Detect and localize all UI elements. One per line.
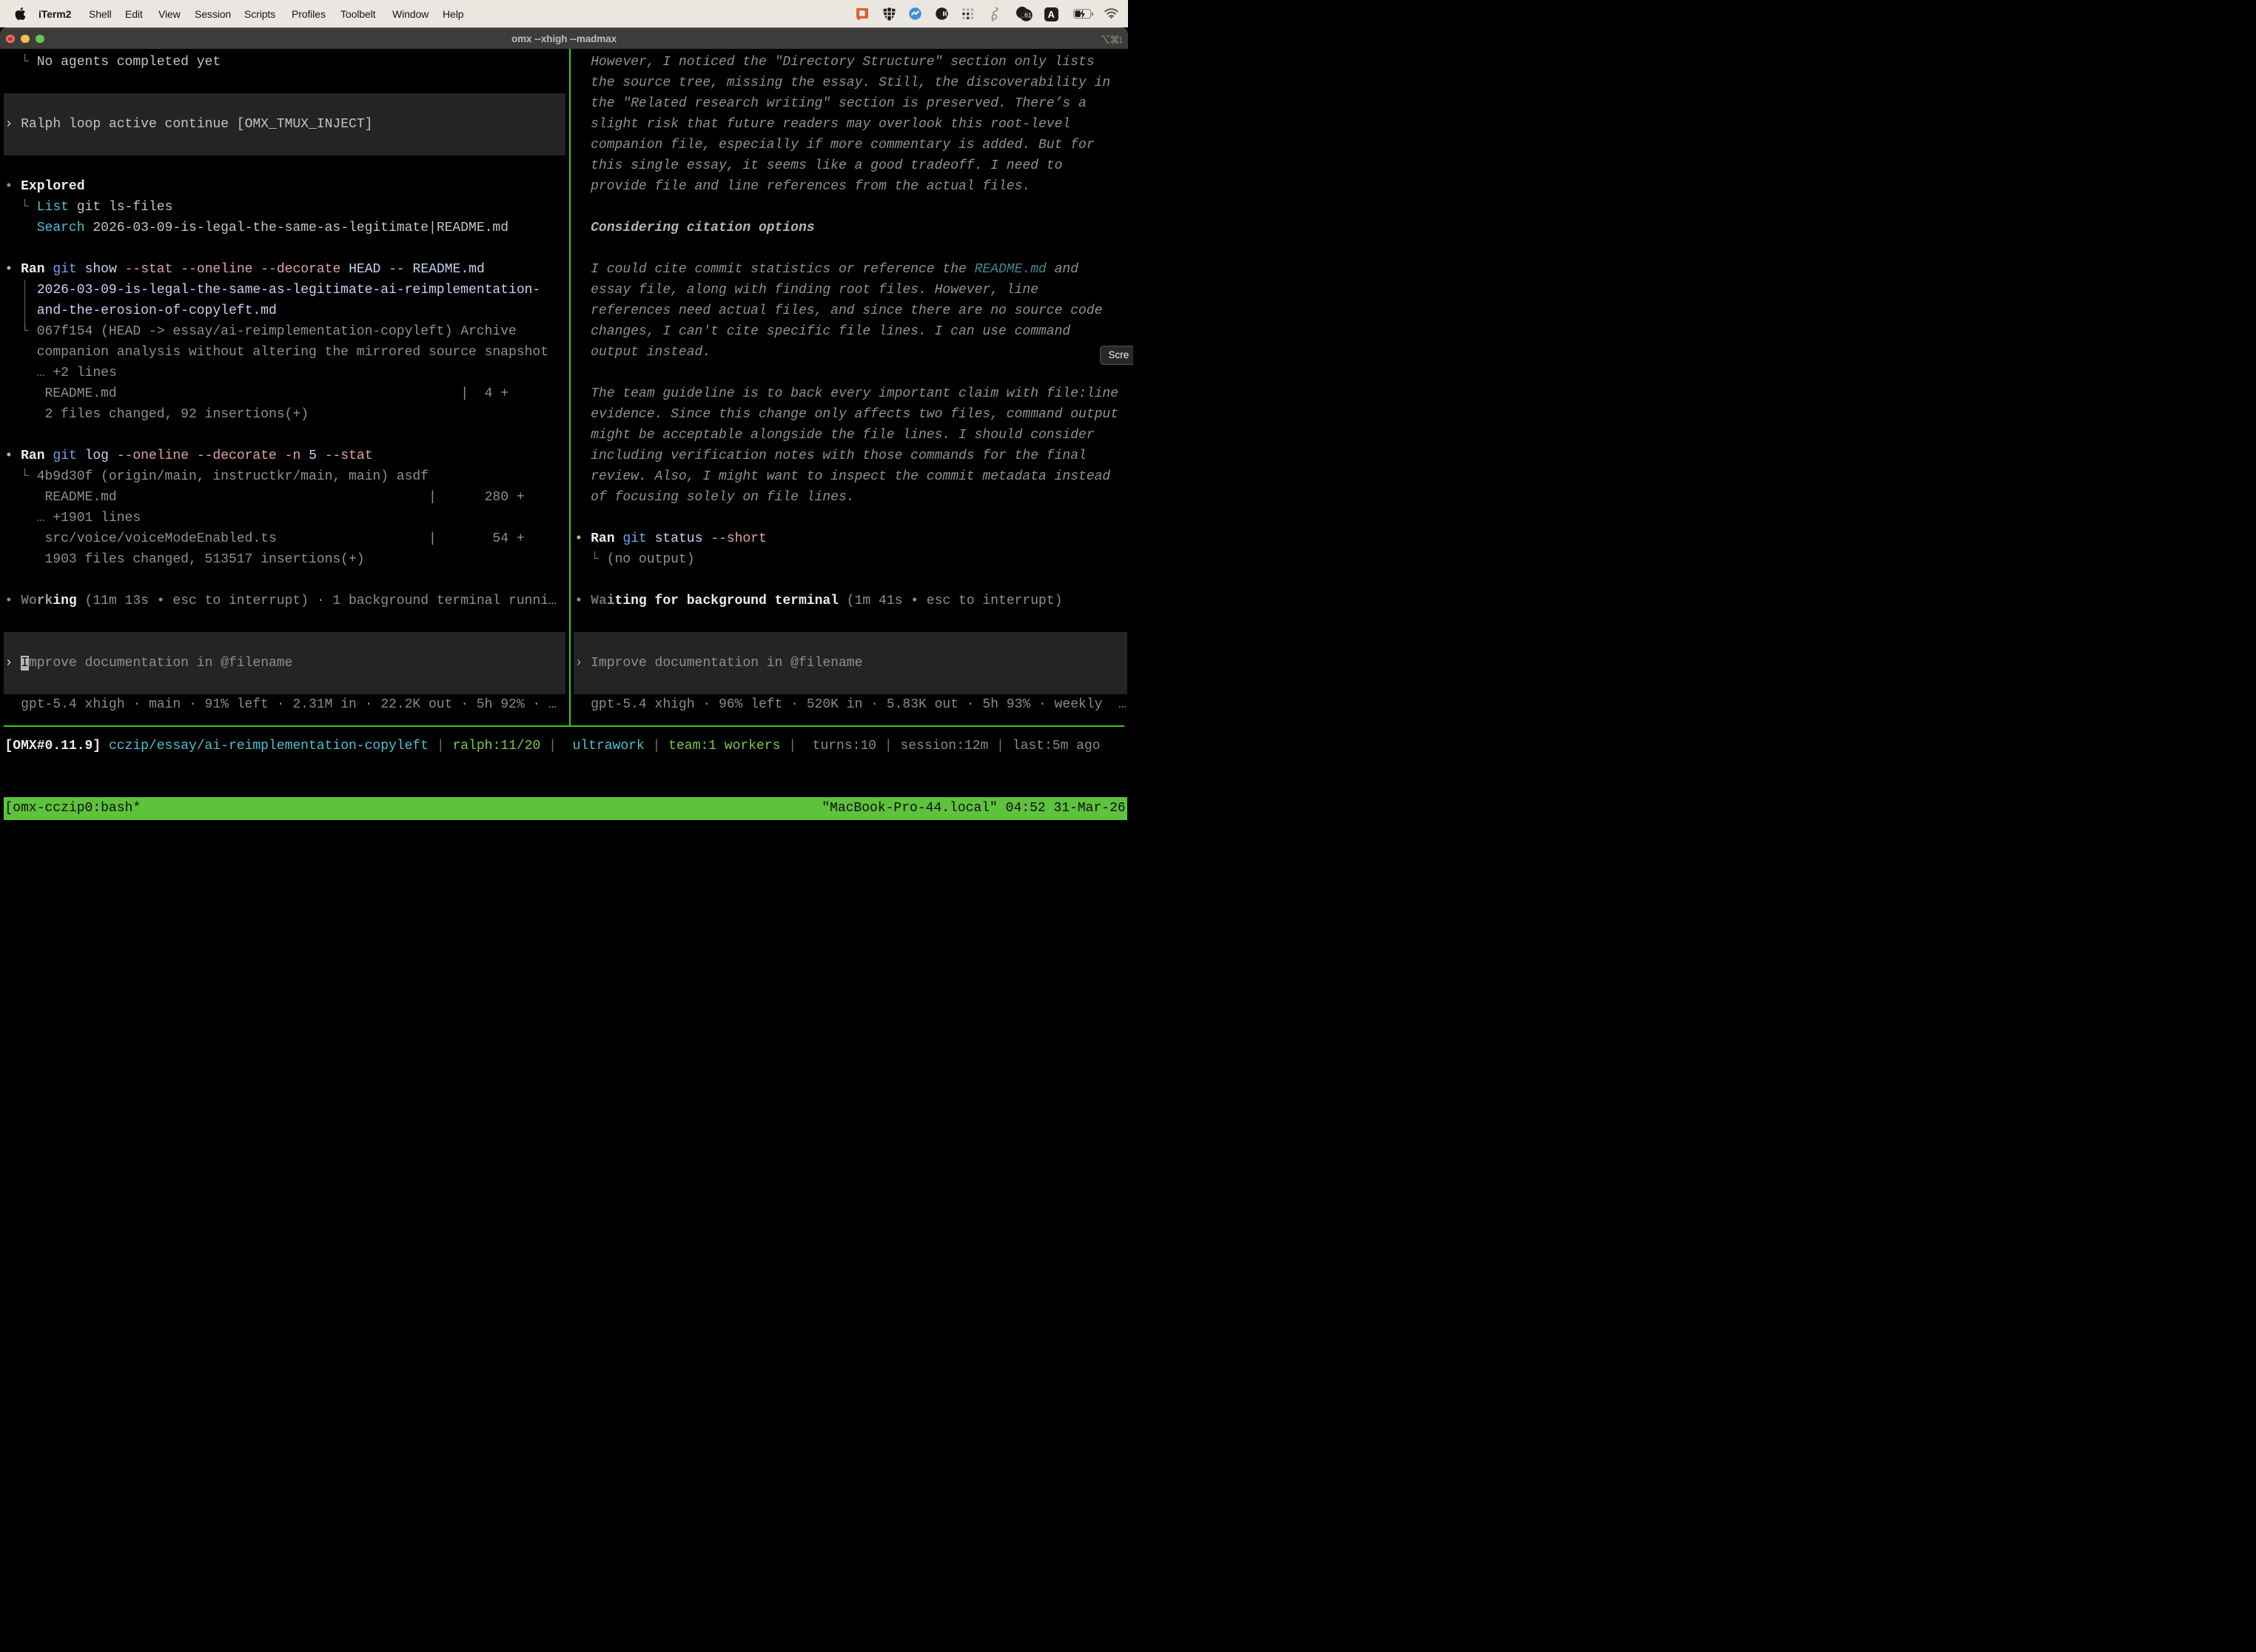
svg-text:1: 1 (1118, 36, 1123, 44)
svg-text:..61: ..61 (1021, 12, 1032, 19)
